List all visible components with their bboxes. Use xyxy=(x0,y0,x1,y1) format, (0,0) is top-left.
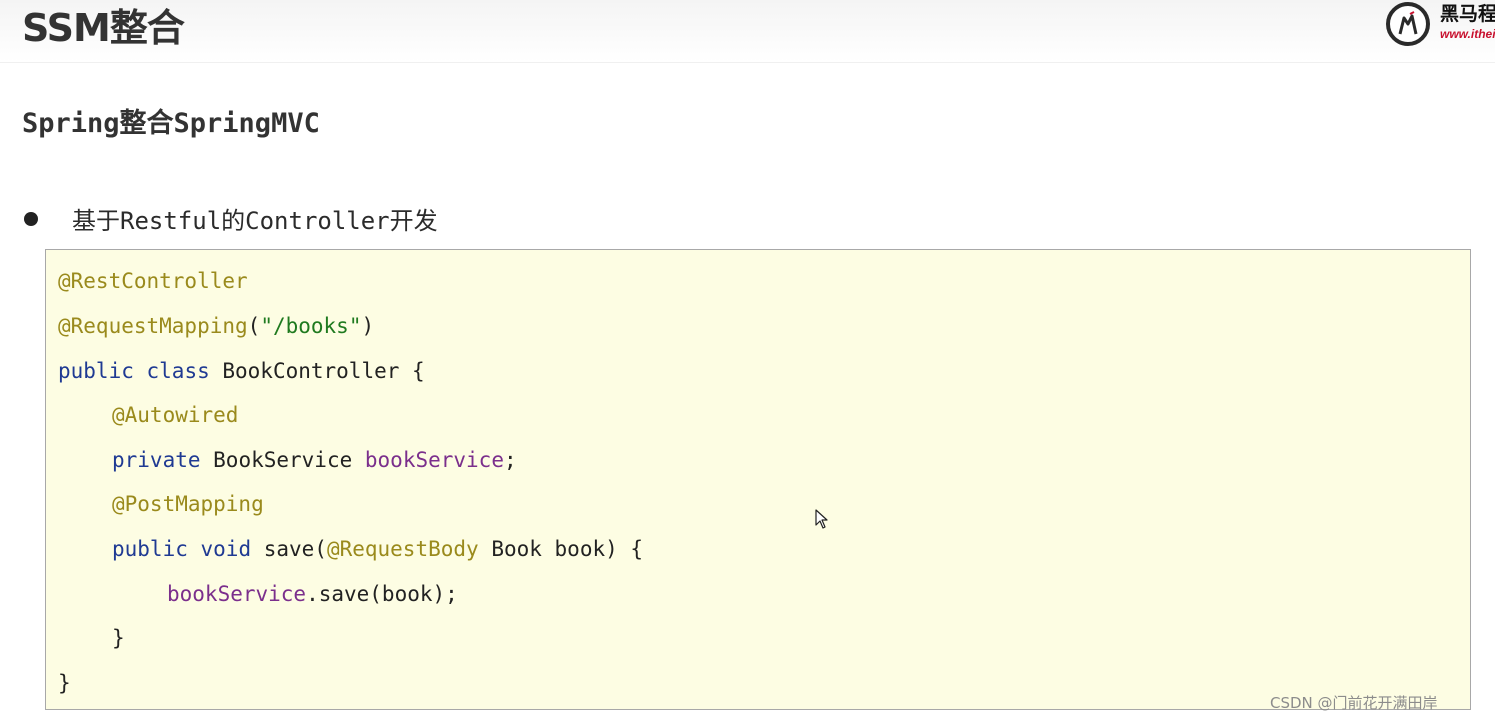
section-subtitle: Spring整合SpringMVC xyxy=(22,108,320,139)
annotation-token: @RestController xyxy=(58,269,248,293)
horse-logo-icon xyxy=(1386,2,1430,46)
keyword-token: public xyxy=(58,359,134,383)
code-line-10: } xyxy=(58,668,71,698)
bullet-text: 基于Restful的Controller开发 xyxy=(72,207,438,235)
brand-logo: 黑马程序员 www.itheima.com xyxy=(1384,0,1495,48)
brace-token: } xyxy=(112,626,125,650)
annotation-token: @RequestBody xyxy=(326,537,479,561)
field-token: bookService xyxy=(167,582,307,606)
code-line-2: @RequestMapping("/books") xyxy=(58,311,374,341)
call-token: .save(book); xyxy=(306,582,458,606)
method-token: save( xyxy=(251,537,327,561)
code-line-3: public class BookController { xyxy=(58,356,425,386)
code-line-8: bookService.save(book); xyxy=(167,579,458,609)
code-line-4: @Autowired xyxy=(112,400,238,430)
annotation-token: @Autowired xyxy=(112,403,239,427)
paren-token: ( xyxy=(247,314,261,338)
logo-url: www.itheima.com xyxy=(1440,27,1495,41)
code-line-9: } xyxy=(112,623,125,653)
keyword-token: void xyxy=(200,537,252,561)
string-token: "/books" xyxy=(260,314,362,338)
class-decl-token: BookController { xyxy=(209,359,425,383)
keyword-token: private xyxy=(112,448,201,472)
type-token: BookService xyxy=(200,448,365,472)
code-line-1: @RestController xyxy=(58,266,248,296)
page-title: SSM整合 xyxy=(22,6,185,50)
slide-header: SSM整合 黑马程序员 www.itheima.com xyxy=(0,0,1495,63)
brace-token: } xyxy=(58,671,71,695)
mouse-cursor-icon xyxy=(815,509,828,529)
annotation-token: @PostMapping xyxy=(112,492,264,516)
keyword-token: public xyxy=(112,537,188,561)
paren-token: ) xyxy=(361,314,375,338)
code-line-6: @PostMapping xyxy=(112,489,264,519)
annotation-token: @RequestMapping xyxy=(58,314,248,338)
logo-name: 黑马程序员 xyxy=(1440,3,1495,25)
semicolon-token: ; xyxy=(503,448,517,472)
keyword-token: class xyxy=(146,359,210,383)
code-line-5: private BookService bookService; xyxy=(112,445,517,475)
code-block: @RestController @RequestMapping("/books"… xyxy=(45,249,1471,710)
param-token: Book book) { xyxy=(478,537,644,561)
watermark-text: CSDN @门前花开满田岸 xyxy=(1270,694,1438,712)
bullet-dot-icon xyxy=(24,212,38,226)
code-line-7: public void save(@RequestBody Book book)… xyxy=(112,534,643,564)
field-token: bookService xyxy=(364,448,504,472)
